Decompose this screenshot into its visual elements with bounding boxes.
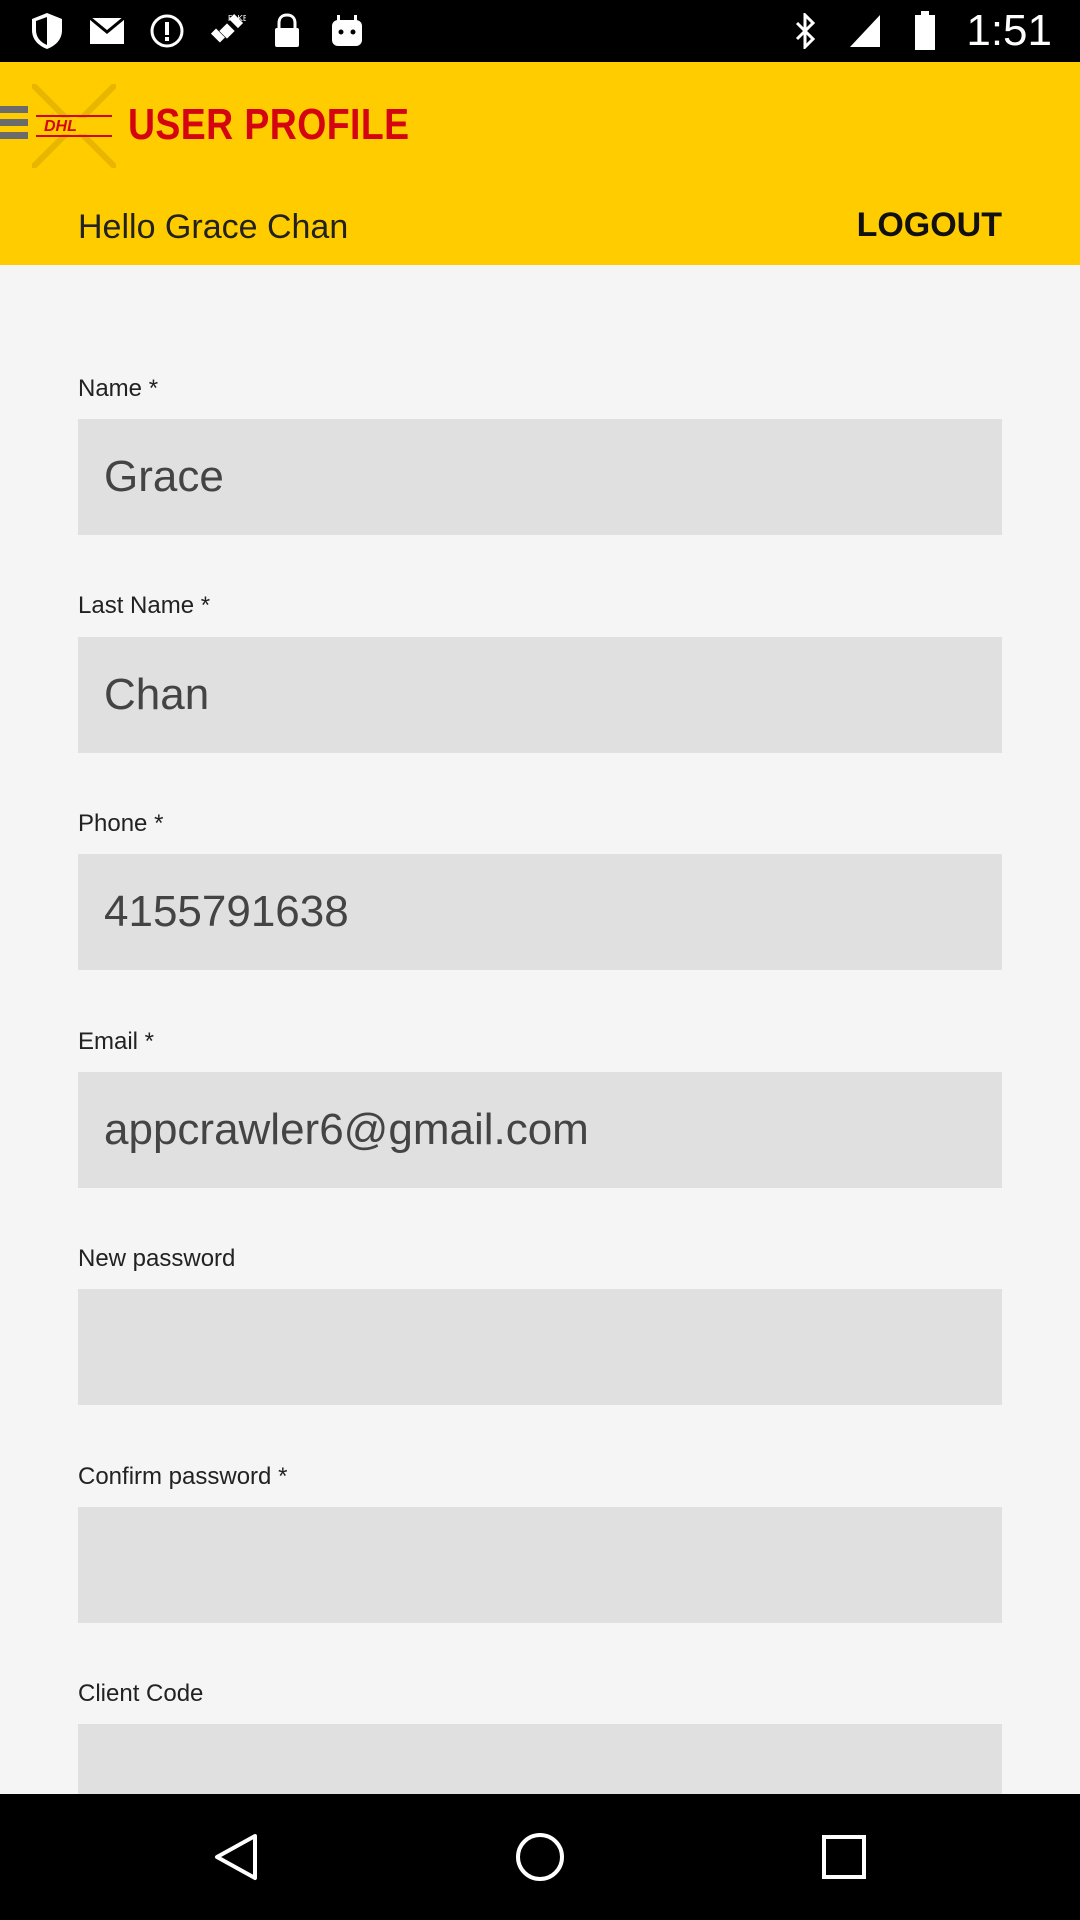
greeting-text: Hello Grace Chan — [78, 208, 349, 246]
logo-text: DHL — [44, 118, 77, 135]
last-name-input[interactable] — [78, 637, 1002, 753]
status-bar: FAKE 1:51 — [0, 0, 1080, 62]
page-title: USER PROFILE — [128, 100, 410, 149]
satellite-icon: FAKE — [208, 12, 246, 50]
dhl-logo[interactable]: DHL — [29, 81, 119, 171]
back-icon[interactable] — [203, 1824, 269, 1890]
client-code-label: Client Code — [78, 1680, 204, 1707]
recents-icon[interactable] — [811, 1824, 877, 1890]
logout-button[interactable]: LOGOUT — [857, 206, 1002, 245]
new-password-input[interactable] — [78, 1289, 1002, 1405]
alert-icon — [148, 12, 186, 50]
signal-icon — [846, 12, 884, 50]
name-input[interactable] — [78, 419, 1002, 535]
phone-label: Phone * — [78, 810, 164, 837]
lock-icon — [268, 12, 306, 50]
last-name-label: Last Name * — [78, 592, 211, 619]
mail-icon — [88, 12, 126, 50]
name-label: Name * — [78, 375, 159, 402]
clock: 1:51 — [966, 6, 1052, 55]
android-icon — [328, 12, 366, 50]
svg-text:FAKE: FAKE — [228, 13, 246, 23]
confirm-password-input[interactable] — [78, 1507, 1002, 1623]
battery-icon — [906, 11, 944, 50]
phone-input[interactable] — [78, 854, 1002, 970]
home-icon[interactable] — [507, 1824, 573, 1890]
confirm-password-label: Confirm password * — [78, 1463, 288, 1490]
navigation-bar — [0, 1794, 1080, 1920]
email-input[interactable] — [78, 1072, 1002, 1188]
menu-icon[interactable] — [0, 106, 28, 146]
email-label: Email * — [78, 1028, 155, 1055]
bluetooth-icon — [786, 12, 824, 50]
new-password-label: New password — [78, 1245, 236, 1272]
client-code-input[interactable] — [78, 1724, 1002, 1794]
shield-icon — [28, 12, 66, 50]
app-header: DHL USER PROFILE Hello Grace Chan LOGOUT — [0, 62, 1080, 265]
